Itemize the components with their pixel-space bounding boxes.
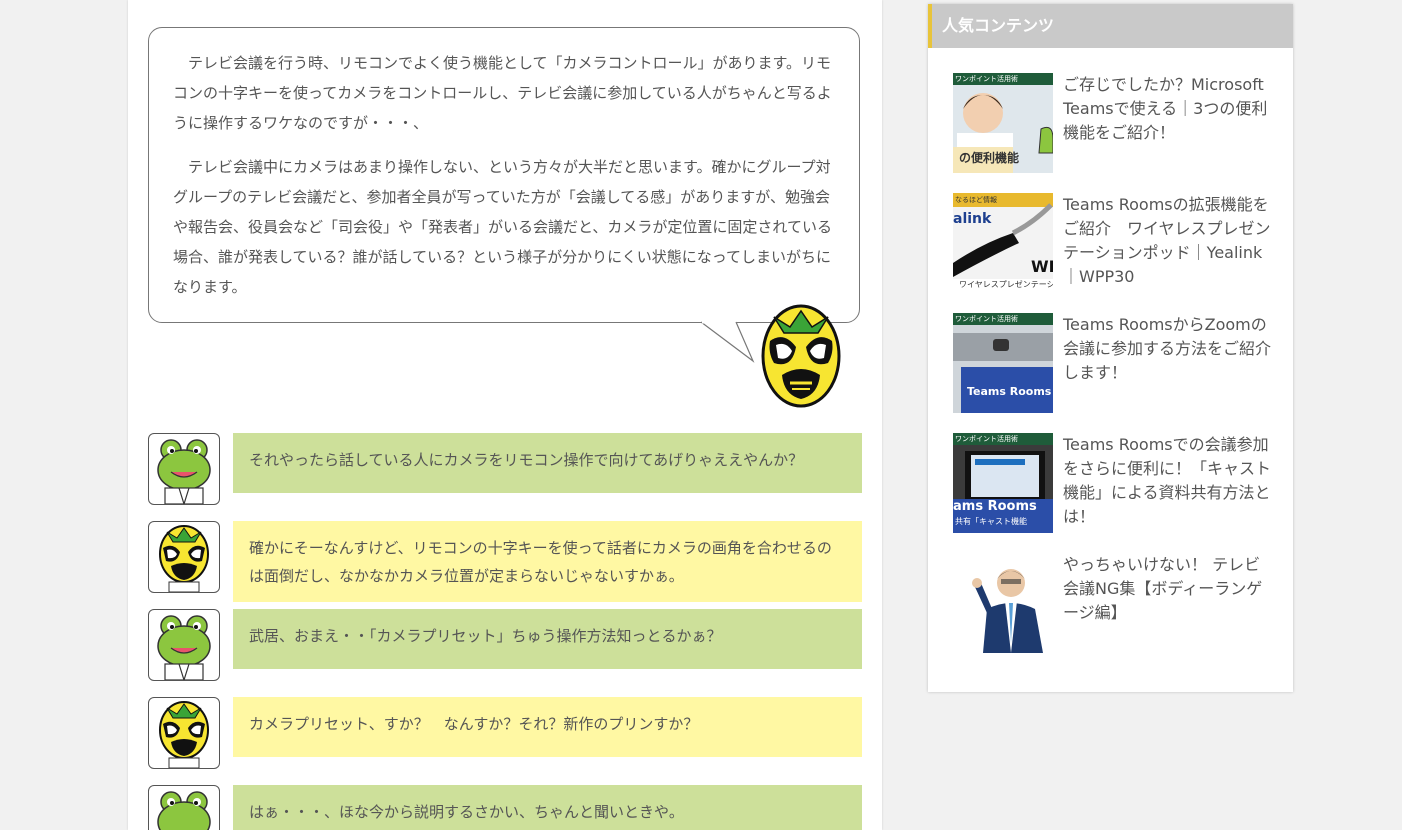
popular-item-thumbnail[interactable]: ワンポイント活用術 ams Rooms 共有「キャスト機能 xyxy=(953,433,1053,533)
frog-avatar-icon xyxy=(148,785,220,830)
intro-paragraph-1: テレビ会議を行う時、リモコンでよく使う機能として「カメラコントロール」があります… xyxy=(173,54,832,132)
chat-row: はぁ・・・、ほな今から説明するさかい、ちゃんと聞いときや。 xyxy=(148,785,862,830)
popular-item-thumbnail[interactable]: ワンポイント活用術 Teams Rooms xyxy=(953,313,1053,413)
thumb-banner: なるほど情報 xyxy=(955,196,997,204)
sidebar-popular: 人気コンテンツ ワンポイント活用術 の便利機能 ご存じでしたか？Microsof… xyxy=(928,4,1293,692)
popular-item-title[interactable]: Teams RoomsからZoomの会議に参加する方法をご紹介します！ xyxy=(1063,313,1273,385)
sidebar-heading: 人気コンテンツ xyxy=(928,4,1293,48)
chat-row: 武居、おまえ・・「カメラプリセット」ちゅう操作方法知っとるかぁ？ xyxy=(148,609,862,681)
frog-avatar-icon xyxy=(148,433,220,505)
chat-bubble-mask: カメラプリセット、すか？ なんすか？それ？新作のプリンすか？ xyxy=(233,697,862,757)
thumb-caption: ams Rooms xyxy=(953,499,1037,514)
thumb-caption: Teams Rooms xyxy=(967,385,1052,398)
intro-speech-bubble: テレビ会議を行う時、リモコンでよく使う機能として「カメラコントロール」があります… xyxy=(148,27,860,323)
chat-row: 確かにそーなんすけど、リモコンの十字キーを使って話者にカメラの画角を合わせるのは… xyxy=(148,521,862,602)
thumb-brand: alink xyxy=(953,211,992,227)
speech-tail xyxy=(701,321,755,363)
thumb-mark: WI xyxy=(1031,257,1053,276)
popular-item-title[interactable]: Teams Roomsの拡張機能をご紹介 ワイヤレスプレゼンテーションポッド｜Y… xyxy=(1063,193,1273,289)
thumb-sub: 共有「キャスト機能 xyxy=(955,517,1027,526)
chat-row: カメラプリセット、すか？ なんすか？それ？新作のプリンすか？ xyxy=(148,697,862,769)
page: テレビ会議を行う時、リモコンでよく使う機能として「カメラコントロール」があります… xyxy=(0,0,1402,830)
chat-bubble-frog: それやったら話している人にカメラをリモコン操作で向けてあげりゃええやんか？ xyxy=(233,433,862,493)
thumb-caption: の便利機能 xyxy=(959,151,1020,165)
luchador-mask-icon xyxy=(148,697,220,769)
popular-item-thumbnail[interactable]: ワンポイント活用術 の便利機能 xyxy=(953,73,1053,173)
luchador-mask-icon xyxy=(761,304,841,408)
thumb-caption: ワイヤレスプレゼンテーシ xyxy=(959,280,1053,289)
popular-item-thumbnail[interactable] xyxy=(953,553,1053,653)
popular-item[interactable]: なるほど情報 alink WI ワイヤレスプレゼンテーシ Teams Rooms… xyxy=(953,193,1273,293)
article-main: テレビ会議を行う時、リモコンでよく使う機能として「カメラコントロール」があります… xyxy=(128,0,882,830)
popular-item-title[interactable]: Teams Roomsでの会議参加をさらに便利に！「キャスト機能」による資料共有… xyxy=(1063,433,1273,529)
chat-bubble-frog: 武居、おまえ・・「カメラプリセット」ちゅう操作方法知っとるかぁ？ xyxy=(233,609,862,669)
popular-item[interactable]: ワンポイント活用術 Teams Rooms Teams RoomsからZoomの… xyxy=(953,313,1273,413)
popular-item-title[interactable]: ご存じでしたか？Microsoft Teamsで使える｜3つの便利機能をご紹介！ xyxy=(1063,73,1273,145)
thumb-banner: ワンポイント活用術 xyxy=(955,435,1018,443)
popular-item-title[interactable]: やっちゃいけない！ テレビ会議NG集【ボディーランゲージ編】 xyxy=(1063,553,1273,625)
chat-bubble-frog: はぁ・・・、ほな今から説明するさかい、ちゃんと聞いときや。 xyxy=(233,785,862,830)
frog-avatar-icon xyxy=(148,609,220,681)
popular-item-thumbnail[interactable]: なるほど情報 alink WI ワイヤレスプレゼンテーシ xyxy=(953,193,1053,293)
popular-item[interactable]: やっちゃいけない！ テレビ会議NG集【ボディーランゲージ編】 xyxy=(953,553,1273,653)
luchador-mask-icon xyxy=(148,521,220,593)
chat-row: それやったら話している人にカメラをリモコン操作で向けてあげりゃええやんか？ xyxy=(148,433,862,505)
thumb-banner: ワンポイント活用術 xyxy=(955,315,1018,323)
popular-item[interactable]: ワンポイント活用術 の便利機能 ご存じでしたか？Microsoft Teamsで… xyxy=(953,73,1273,173)
intro-paragraph-2: テレビ会議中にカメラはあまり操作しない、という方々が大半だと思います。確かにグル… xyxy=(173,158,832,296)
popular-item[interactable]: ワンポイント活用術 ams Rooms 共有「キャスト機能 Teams Room… xyxy=(953,433,1273,533)
chat-bubble-mask: 確かにそーなんすけど、リモコンの十字キーを使って話者にカメラの画角を合わせるのは… xyxy=(233,521,862,602)
thumb-banner: ワンポイント活用術 xyxy=(955,75,1018,83)
